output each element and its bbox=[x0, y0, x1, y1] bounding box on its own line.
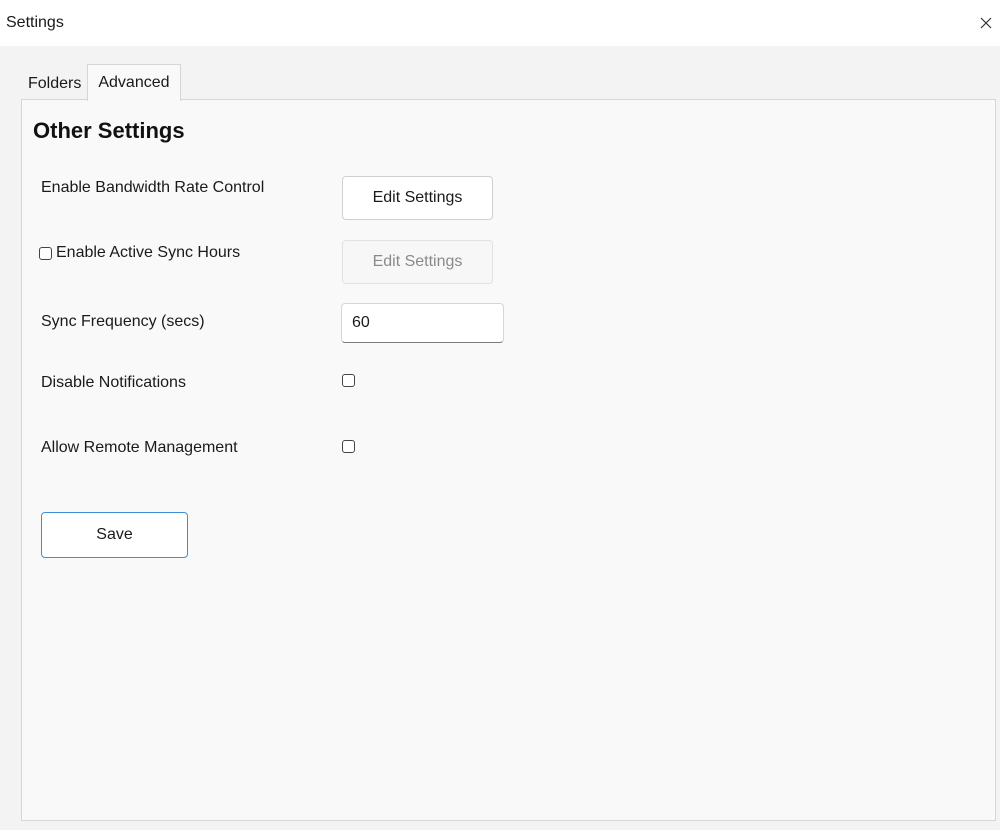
tab-advanced[interactable]: Advanced bbox=[87, 64, 181, 101]
sync-frequency-label: Sync Frequency (secs) bbox=[41, 313, 205, 330]
active-sync-checkbox[interactable] bbox=[39, 246, 52, 260]
active-sync-checkbox-label[interactable]: Enable Active Sync Hours bbox=[39, 244, 240, 262]
active-sync-label: Enable Active Sync Hours bbox=[56, 244, 241, 261]
section-title: Other Settings bbox=[33, 118, 185, 143]
remote-management-checkbox[interactable] bbox=[342, 440, 355, 453]
disable-notifications-checkbox[interactable] bbox=[342, 374, 355, 387]
disable-notifications-label: Disable Notifications bbox=[41, 374, 186, 391]
advanced-panel: Other Settings Enable Bandwidth Rate Con… bbox=[21, 99, 996, 821]
close-button[interactable] bbox=[972, 0, 1000, 46]
settings-window: Settings Folders Advanced Other Settings… bbox=[0, 0, 1000, 830]
tab-folders[interactable]: Folders bbox=[22, 67, 88, 100]
bandwidth-edit-settings-button[interactable]: Edit Settings bbox=[342, 176, 493, 220]
title-bar: Settings bbox=[0, 0, 1000, 46]
bandwidth-label: Enable Bandwidth Rate Control bbox=[41, 179, 265, 196]
close-icon bbox=[980, 17, 992, 29]
save-button[interactable]: Save bbox=[41, 512, 188, 558]
active-sync-edit-settings-button[interactable]: Edit Settings bbox=[342, 240, 493, 284]
window-title: Settings bbox=[6, 14, 64, 31]
tab-bar: Folders Advanced bbox=[22, 63, 181, 101]
remote-management-label: Allow Remote Management bbox=[41, 439, 238, 456]
sync-frequency-input[interactable] bbox=[341, 303, 504, 343]
